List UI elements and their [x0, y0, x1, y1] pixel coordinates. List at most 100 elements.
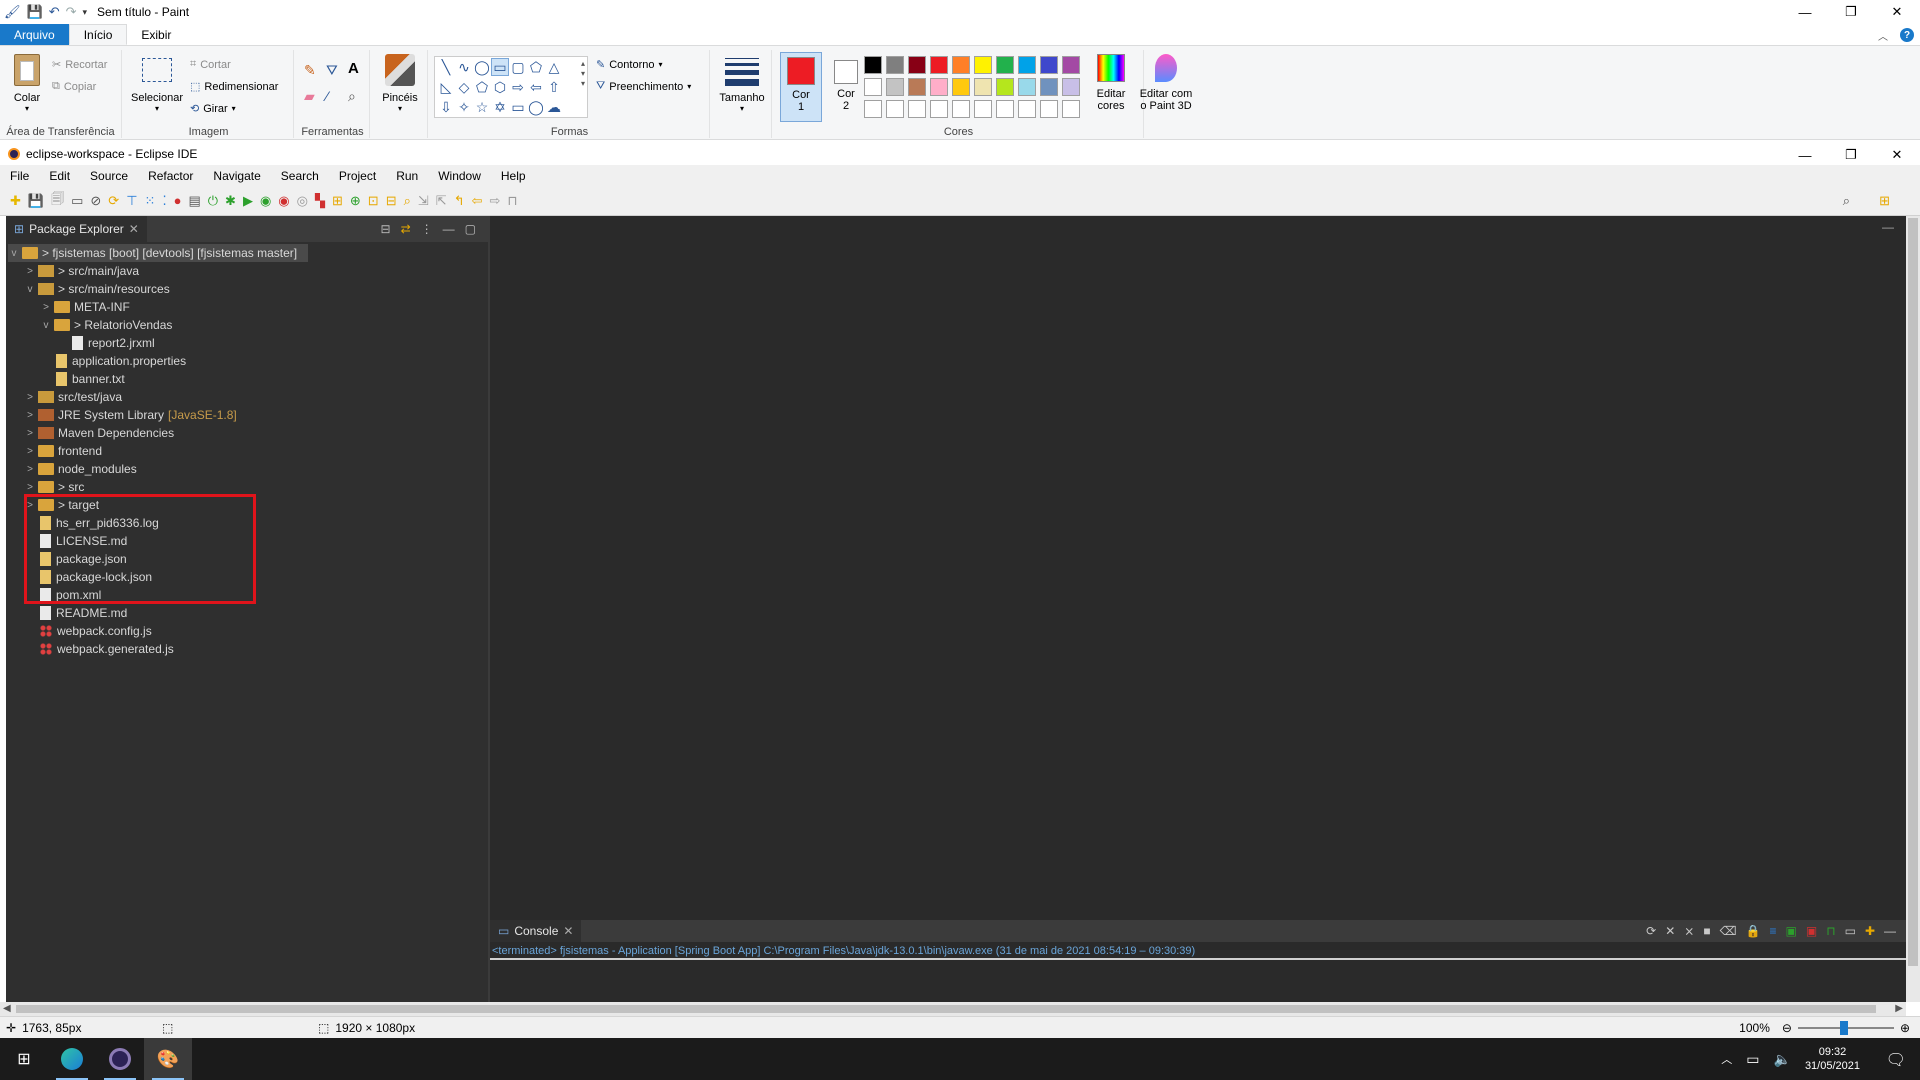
collapsed-twisty-icon[interactable]: >: [24, 482, 36, 493]
debug-icon[interactable]: ✱: [225, 193, 236, 209]
quick-access-search-icon[interactable]: ⌕: [1843, 193, 1850, 209]
palette-swatch[interactable]: [864, 56, 882, 74]
terminal-icon[interactable]: ▭: [71, 193, 83, 209]
tab-package-explorer[interactable]: ⊞ Package Explorer ✕: [6, 216, 147, 242]
back-icon[interactable]: ⇦: [472, 193, 483, 209]
collapsed-twisty-icon[interactable]: >: [24, 266, 36, 277]
tree-item[interactable]: > Maven Dependencies: [24, 424, 174, 442]
eclipse-minimize-button[interactable]: —: [1782, 143, 1828, 167]
refresh-icon[interactable]: ⟳: [108, 193, 119, 209]
cut-button[interactable]: ✂ Recortar: [52, 58, 107, 72]
tree-item[interactable]: v > src/main/resources: [24, 280, 170, 298]
up-arrow-shape-icon[interactable]: ⇧: [545, 78, 563, 96]
pin-editor-icon[interactable]: ⊓: [507, 193, 517, 209]
tree-item[interactable]: > > src/main/java: [24, 262, 139, 280]
show-hidden-icons-icon[interactable]: ︿: [1721, 1051, 1732, 1067]
zoom-out-icon[interactable]: ⊖: [1782, 1021, 1792, 1035]
diamond-shape-icon[interactable]: ◇: [455, 78, 473, 96]
menu-source[interactable]: Source: [80, 169, 138, 183]
tab-inicio[interactable]: Início: [68, 24, 128, 45]
size-button[interactable]: Tamanho ▾: [718, 54, 766, 113]
text-tool-icon[interactable]: A: [348, 60, 359, 77]
color1-button[interactable]: Cor 1: [780, 52, 822, 122]
tab-exibir[interactable]: Exibir: [127, 24, 185, 45]
zoom-in-icon[interactable]: ⊕: [1900, 1021, 1910, 1035]
palette-swatch[interactable]: [930, 78, 948, 96]
collapsed-twisty-icon[interactable]: >: [24, 464, 36, 475]
menu-edit[interactable]: Edit: [39, 169, 80, 183]
edit-paint3d-button[interactable]: Editar com o Paint 3D: [1136, 54, 1196, 112]
eclipse-close-button[interactable]: ✕: [1874, 143, 1920, 167]
menu-file[interactable]: File: [0, 169, 39, 183]
palette-swatch-empty[interactable]: [864, 100, 882, 118]
collapse-all-icon[interactable]: ⊟: [381, 222, 391, 236]
down-arrow-shape-icon[interactable]: ⇩: [437, 98, 455, 116]
palette-swatch[interactable]: [952, 78, 970, 96]
collapsed-twisty-icon[interactable]: >: [40, 302, 52, 313]
copy-button[interactable]: ⧉ Copiar: [52, 80, 96, 93]
callout-oval-shape-icon[interactable]: ◯: [527, 98, 545, 116]
tree-item[interactable]: application.properties: [40, 352, 186, 370]
server-icon[interactable]: ▚: [315, 193, 325, 209]
eraser-icon[interactable]: ▰: [304, 88, 315, 105]
tab-console[interactable]: ▭ Console ✕: [490, 920, 582, 942]
palette-swatch[interactable]: [996, 78, 1014, 96]
debug-config-icon[interactable]: ⁚: [162, 193, 166, 209]
tree-item[interactable]: LICENSE.md: [24, 532, 127, 550]
tree-item[interactable]: package.json: [24, 550, 127, 568]
menu-window[interactable]: Window: [428, 169, 491, 183]
vertical-scrollbar[interactable]: [1906, 216, 1920, 1002]
taskbar-eclipse[interactable]: [96, 1038, 144, 1080]
palette-swatch-empty[interactable]: [1018, 100, 1036, 118]
fill-bucket-icon[interactable]: ⛛: [326, 62, 338, 79]
new-java-package-icon[interactable]: ⊞: [332, 193, 343, 209]
palette-swatch-empty[interactable]: [996, 100, 1014, 118]
close-console-tab-icon[interactable]: ✕: [563, 924, 573, 938]
tree-item[interactable]: pom.xml: [24, 586, 101, 604]
tree-item[interactable]: webpack.generated.js: [24, 640, 174, 658]
console-remove-all-icon[interactable]: ⨯: [1684, 924, 1694, 938]
tree-item[interactable]: > > src: [24, 478, 84, 496]
console-show-stderr-icon[interactable]: ▣: [1806, 924, 1817, 938]
rectangle-shape-icon[interactable]: ▭: [491, 58, 509, 76]
palette-swatch[interactable]: [1040, 56, 1058, 74]
tree-item[interactable]: webpack.config.js: [24, 622, 152, 640]
pentagon-shape-icon[interactable]: ⬠: [473, 78, 491, 96]
coverage-icon[interactable]: ◉: [260, 193, 271, 209]
grid-icon[interactable]: ⁙: [145, 193, 156, 209]
palette-swatch-empty[interactable]: [1040, 100, 1058, 118]
collapse-ribbon-icon[interactable]: ︿: [1878, 28, 1888, 43]
save-icon[interactable]: 💾: [28, 193, 44, 209]
console-stop-icon[interactable]: ■: [1703, 924, 1710, 938]
palette-swatch[interactable]: [908, 78, 926, 96]
palette-swatch[interactable]: [974, 78, 992, 96]
maximize-view-icon[interactable]: ▢: [465, 222, 476, 236]
palette-swatch[interactable]: [952, 56, 970, 74]
collapsed-twisty-icon[interactable]: >: [24, 446, 36, 457]
select-button[interactable]: Selecionar ▾: [130, 54, 184, 113]
external-tools-icon[interactable]: ◉: [278, 193, 289, 209]
horizontal-scrollbar[interactable]: ◀ ▶: [0, 1002, 1906, 1016]
annotation-prev-icon[interactable]: ⇱: [436, 193, 447, 209]
open-perspective-icon[interactable]: ⊞: [1879, 193, 1890, 209]
volume-icon[interactable]: 🔈: [1774, 1051, 1791, 1068]
palette-swatch-empty[interactable]: [1062, 100, 1080, 118]
palette-swatch-empty[interactable]: [908, 100, 926, 118]
search-icon[interactable]: ⌕: [404, 193, 411, 209]
run-icon[interactable]: ▶: [243, 193, 253, 209]
brushes-button[interactable]: Pincéis ▾: [378, 54, 422, 113]
collapsed-twisty-icon[interactable]: >: [24, 428, 36, 439]
toggle-icon[interactable]: ▤: [188, 193, 200, 209]
six-point-star-shape-icon[interactable]: ✡: [491, 98, 509, 116]
shapes-scroll-icon[interactable]: ▴ ▾ ▾: [581, 59, 585, 89]
taskbar-paint[interactable]: 🎨: [144, 1038, 192, 1080]
save-all-icon[interactable]: 🗐: [51, 190, 64, 212]
palette-swatch[interactable]: [996, 56, 1014, 74]
close-button[interactable]: ✕: [1874, 0, 1920, 24]
tree-item[interactable]: v > RelatorioVendas: [40, 316, 173, 334]
console-show-stdout-icon[interactable]: ▣: [1786, 924, 1797, 938]
open-type-icon[interactable]: ⊡: [368, 193, 379, 209]
oval-shape-icon[interactable]: ◯: [473, 58, 491, 76]
profile-icon[interactable]: ◎: [297, 193, 308, 209]
menu-search[interactable]: Search: [271, 169, 329, 183]
